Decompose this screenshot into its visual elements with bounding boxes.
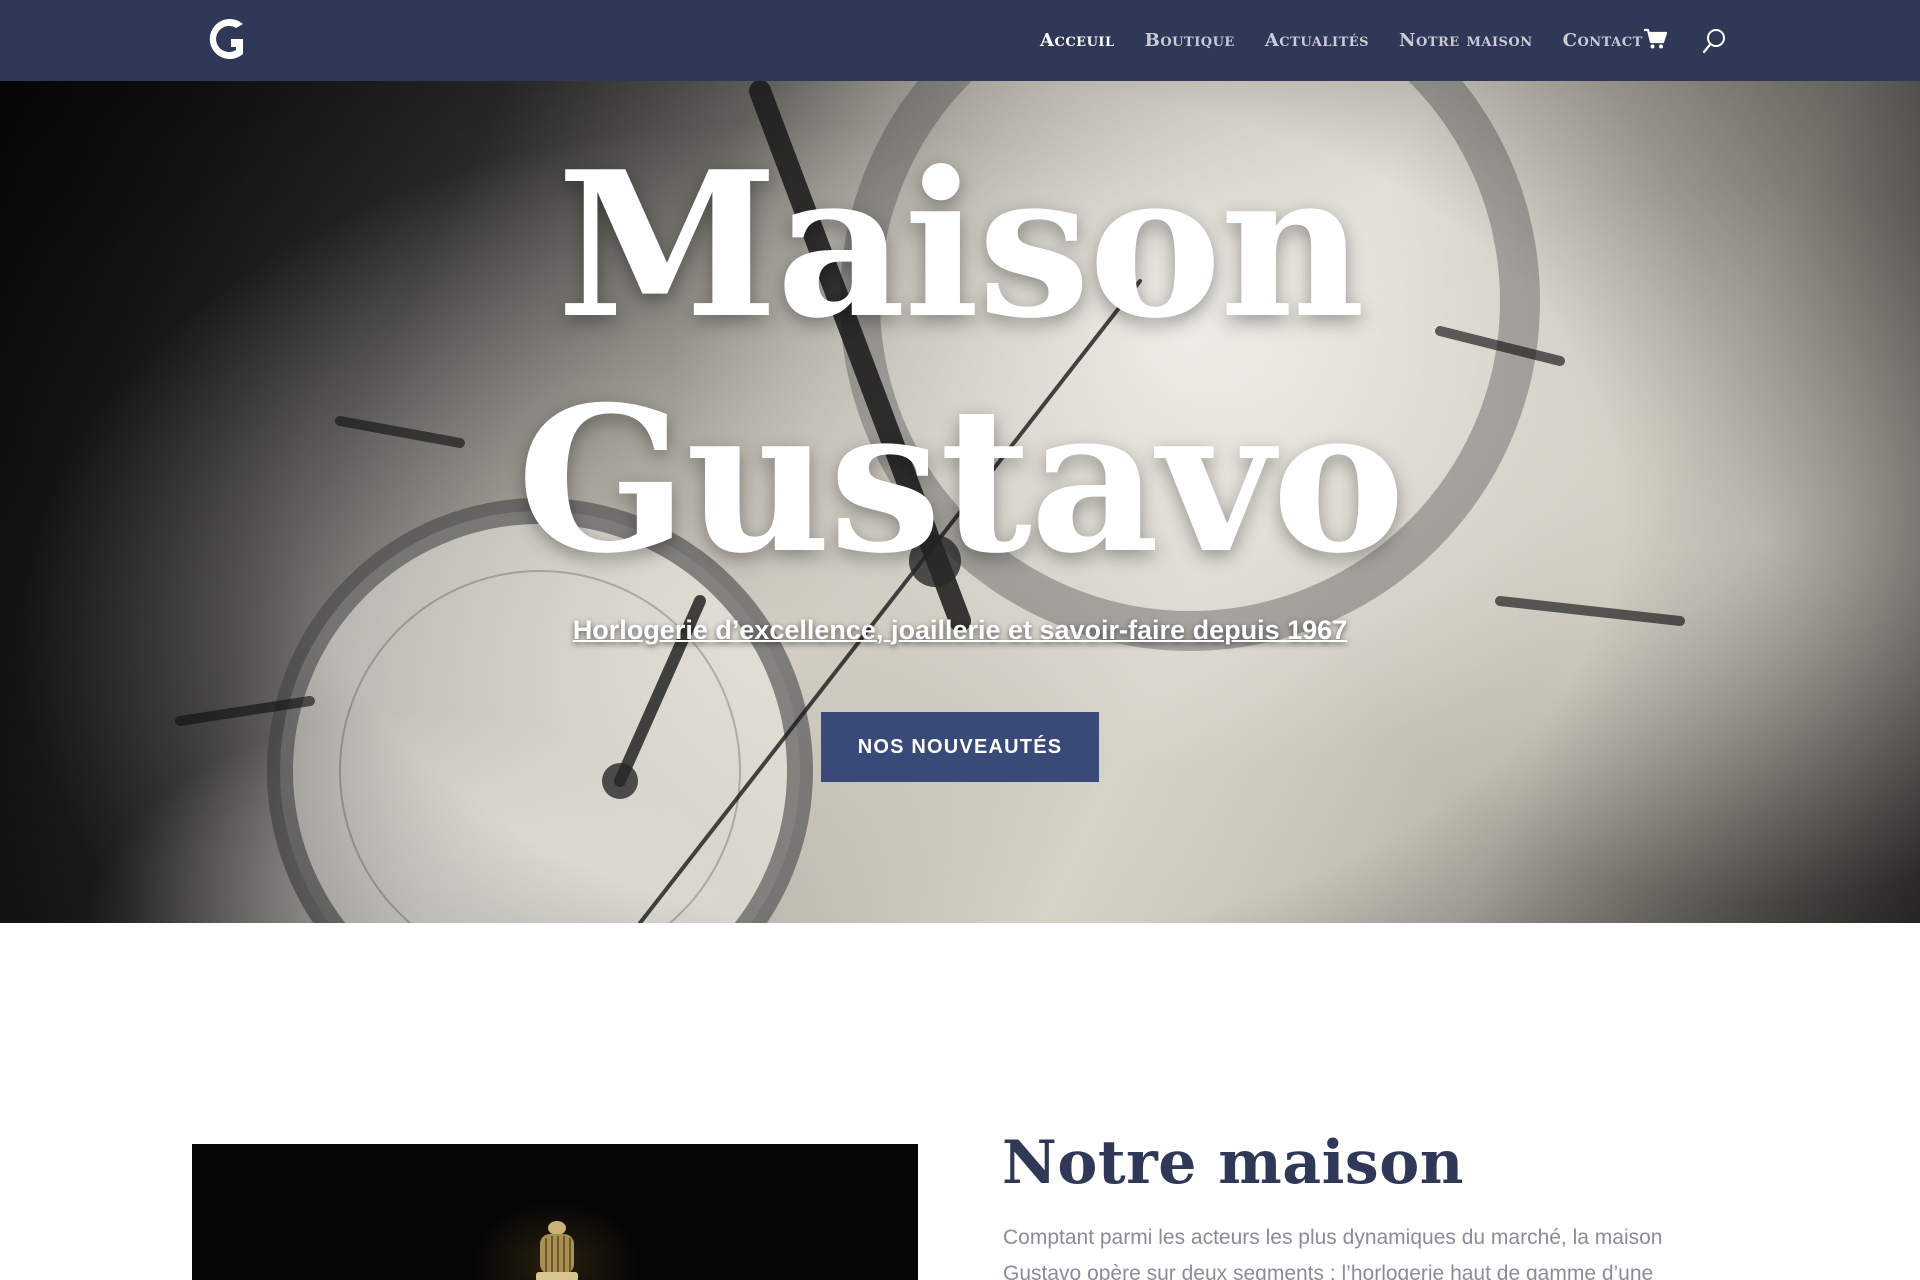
section-title-notre-maison: Notre maison [1002, 1128, 1464, 1198]
bottle-cap-shape [536, 1221, 578, 1280]
hero-tagline[interactable]: Horlogerie d’excellence, joaillerie et s… [0, 615, 1920, 646]
hero-title-line1: Maison [556, 128, 1365, 363]
perfume-bottle-image [192, 1144, 918, 1280]
search-icon[interactable] [1702, 27, 1728, 55]
site-header: Acceuil Boutique Actualités Notre maison… [0, 0, 1920, 81]
hero-title-line2: Gustavo [516, 363, 1405, 598]
gustavo-g-logo[interactable] [203, 14, 251, 64]
nos-nouveautes-button[interactable]: NOS NOUVEAUTÉS [821, 712, 1099, 782]
nav-item-acceuil[interactable]: Acceuil [1040, 30, 1115, 51]
section-body-text: Comptant parmi les acteurs les plus dyna… [1003, 1226, 1663, 1280]
main-nav: Acceuil Boutique Actualités Notre maison… [1040, 0, 1673, 81]
nav-item-actualites[interactable]: Actualités [1265, 30, 1369, 51]
hero-banner: Maison Gustavo Horlogerie d’excellence, … [0, 81, 1920, 923]
nav-item-boutique[interactable]: Boutique [1145, 30, 1235, 51]
shopping-cart-icon[interactable] [1643, 28, 1667, 50]
nav-item-notre-maison[interactable]: Notre maison [1399, 30, 1533, 51]
nav-item-contact[interactable]: Contact [1563, 30, 1643, 51]
